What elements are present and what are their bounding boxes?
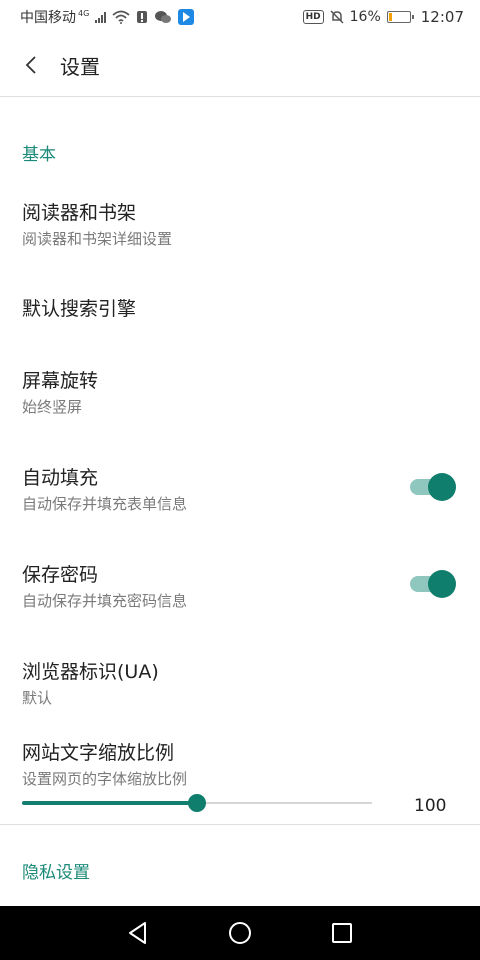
- text-zoom-slider[interactable]: [22, 794, 372, 812]
- slider-thumb[interactable]: [188, 794, 206, 812]
- setting-title: 保存密码: [22, 564, 99, 586]
- navigation-bar: [0, 906, 480, 960]
- slider-active-track: [22, 801, 197, 805]
- setting-title: 网站文字缩放比例: [22, 742, 175, 764]
- toolbar: 设置: [0, 34, 480, 97]
- setting-rotation[interactable]: 屏幕旋转 始终竖屏: [0, 360, 480, 430]
- autofill-toggle[interactable]: [410, 473, 456, 501]
- setting-subtitle: 始终竖屏: [22, 398, 83, 416]
- carrier-label: 中国移动 4G: [20, 9, 90, 26]
- setting-reader[interactable]: 阅读器和书架 阅读器和书架详细设置: [0, 190, 480, 266]
- app-icon: [178, 9, 195, 25]
- section-header-privacy[interactable]: 隐私设置: [22, 858, 90, 883]
- section-header-basic: 基本: [22, 145, 56, 165]
- nav-back-icon[interactable]: [125, 919, 153, 947]
- setting-subtitle: 自动保存并填充密码信息: [22, 592, 188, 610]
- setting-title: 浏览器标识(UA): [22, 661, 159, 683]
- nav-home-icon[interactable]: [226, 919, 254, 947]
- setting-user-agent[interactable]: 浏览器标识(UA) 默认: [0, 651, 480, 721]
- alert-icon: [137, 11, 148, 23]
- setting-title: 默认搜索引擎: [22, 298, 137, 320]
- status-bar: 中国移动 4G HD 16% 12:07: [0, 0, 480, 34]
- battery-icon: [386, 11, 414, 23]
- battery-percent: 16%: [349, 9, 381, 25]
- setting-title: 自动填充: [22, 467, 99, 489]
- divider: [0, 824, 480, 825]
- text-zoom-value: 100: [414, 796, 447, 816]
- toggle-thumb: [428, 473, 456, 501]
- setting-subtitle: 默认: [22, 689, 53, 707]
- clock: 12:07: [420, 8, 464, 26]
- wechat-icon: [155, 11, 172, 23]
- signal-icon: [95, 11, 107, 23]
- setting-title: 阅读器和书架: [22, 202, 137, 224]
- wifi-icon: [112, 10, 130, 24]
- setting-save-password[interactable]: 保存密码 自动保存并填充密码信息: [0, 554, 480, 624]
- toggle-thumb: [428, 570, 456, 598]
- status-bar-right: HD 16% 12:07: [302, 8, 464, 26]
- hd-icon: HD: [302, 10, 324, 24]
- battery-level: [388, 13, 392, 21]
- network-type: 4G: [78, 9, 90, 19]
- mute-icon: [330, 10, 344, 24]
- setting-title: 屏幕旋转: [22, 370, 99, 392]
- save-password-toggle[interactable]: [410, 570, 456, 598]
- status-bar-left: 中国移动 4G: [20, 7, 195, 27]
- setting-subtitle: 阅读器和书架详细设置: [22, 230, 173, 248]
- setting-subtitle: 自动保存并填充表单信息: [22, 495, 188, 513]
- back-arrow-icon[interactable]: [20, 53, 44, 77]
- nav-recent-apps-icon[interactable]: [328, 919, 356, 947]
- setting-subtitle: 设置网页的字体缩放比例: [22, 770, 188, 788]
- setting-autofill[interactable]: 自动填充 自动保存并填充表单信息: [0, 457, 480, 527]
- page-title: 设置: [60, 55, 100, 79]
- setting-search-engine[interactable]: 默认搜索引擎: [0, 282, 480, 336]
- setting-text-zoom: 网站文字缩放比例 设置网页的字体缩放比例: [0, 732, 480, 792]
